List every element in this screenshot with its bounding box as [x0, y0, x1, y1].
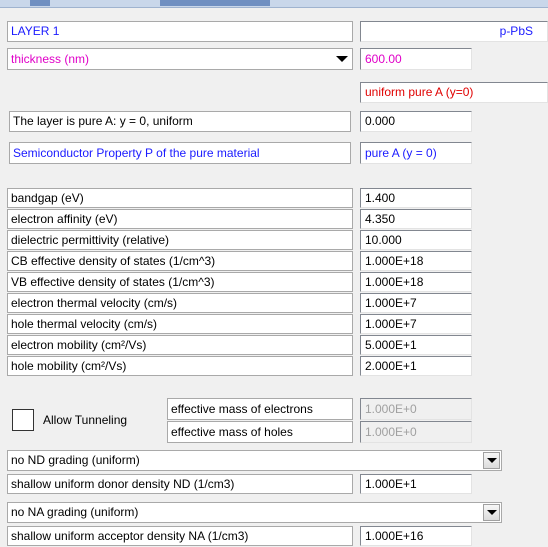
top-strip-segment: [30, 0, 50, 6]
property-value[interactable]: 5.000E+1: [360, 335, 472, 355]
top-strip-segment: [160, 0, 270, 6]
allow-tunneling-label: Allow Tunneling: [43, 413, 128, 427]
property-value[interactable]: 4.350: [360, 209, 472, 229]
property-value[interactable]: 1.000E+7: [360, 314, 472, 334]
property-selector-label: Semiconductor Property P of the pure mat…: [9, 142, 351, 164]
property-value[interactable]: 10.000: [360, 230, 472, 250]
thickness-label: thickness (nm): [11, 52, 90, 66]
property-label: VB effective density of states (1/cm^3): [7, 272, 353, 292]
layer-label: LAYER 1: [7, 21, 353, 42]
property-value[interactable]: 1.400: [360, 188, 472, 208]
thickness-dropdown-button[interactable]: [334, 53, 350, 65]
property-label: electron thermal velocity (cm/s): [7, 293, 353, 313]
electron-mass-label: effective mass of electrons: [167, 398, 353, 420]
donor-density-field[interactable]: 1.000E+1: [360, 474, 472, 494]
chevron-down-icon: [486, 510, 497, 515]
property-label: bandgap (eV): [7, 188, 353, 208]
acceptor-density-field[interactable]: 1.000E+16: [360, 526, 472, 546]
na-grading-dropdown-button[interactable]: [483, 504, 500, 521]
composition-mode-field[interactable]: uniform pure A (y=0): [360, 82, 548, 103]
hole-mass-label: effective mass of holes: [167, 421, 353, 443]
na-grading-dropdown[interactable]: no NA grading (uniform): [7, 502, 502, 523]
property-label: dielectric permittivity (relative): [7, 230, 353, 250]
acceptor-density-label: shallow uniform acceptor density NA (1/c…: [7, 526, 353, 546]
nd-grading-dropdown[interactable]: no ND grading (uniform): [7, 450, 502, 471]
layer-name-field[interactable]: p-PbS: [360, 21, 548, 42]
composition-description: The layer is pure A: y = 0, uniform: [9, 111, 351, 132]
thickness-dropdown[interactable]: thickness (nm): [7, 48, 353, 70]
allow-tunneling-checkbox[interactable]: [12, 409, 34, 431]
property-selector-field[interactable]: pure A (y = 0): [360, 142, 472, 164]
property-value[interactable]: 1.000E+18: [360, 251, 472, 271]
property-label: hole thermal velocity (cm/s): [7, 314, 353, 334]
property-value[interactable]: 1.000E+7: [360, 293, 472, 313]
property-label: electron mobility (cm²/Vs): [7, 335, 353, 355]
property-label: electron affinity (eV): [7, 209, 353, 229]
nd-grading-value: no ND grading (uniform): [11, 453, 140, 467]
thickness-field[interactable]: 600.00: [360, 48, 472, 70]
property-value[interactable]: 1.000E+18: [360, 272, 472, 292]
window-top-strip: [0, 0, 548, 8]
property-label: CB effective density of states (1/cm^3): [7, 251, 353, 271]
nd-grading-dropdown-button[interactable]: [483, 452, 500, 469]
hole-mass-field[interactable]: 1.000E+0: [360, 421, 472, 443]
chevron-down-icon: [486, 458, 497, 463]
composition-y-field[interactable]: 0.000: [360, 111, 472, 132]
chevron-down-icon: [336, 56, 348, 62]
donor-density-label: shallow uniform donor density ND (1/cm3): [7, 474, 353, 494]
property-label: hole mobility (cm²/Vs): [7, 356, 353, 376]
property-value[interactable]: 2.000E+1: [360, 356, 472, 376]
na-grading-value: no NA grading (uniform): [11, 505, 139, 519]
electron-mass-field[interactable]: 1.000E+0: [360, 398, 472, 420]
